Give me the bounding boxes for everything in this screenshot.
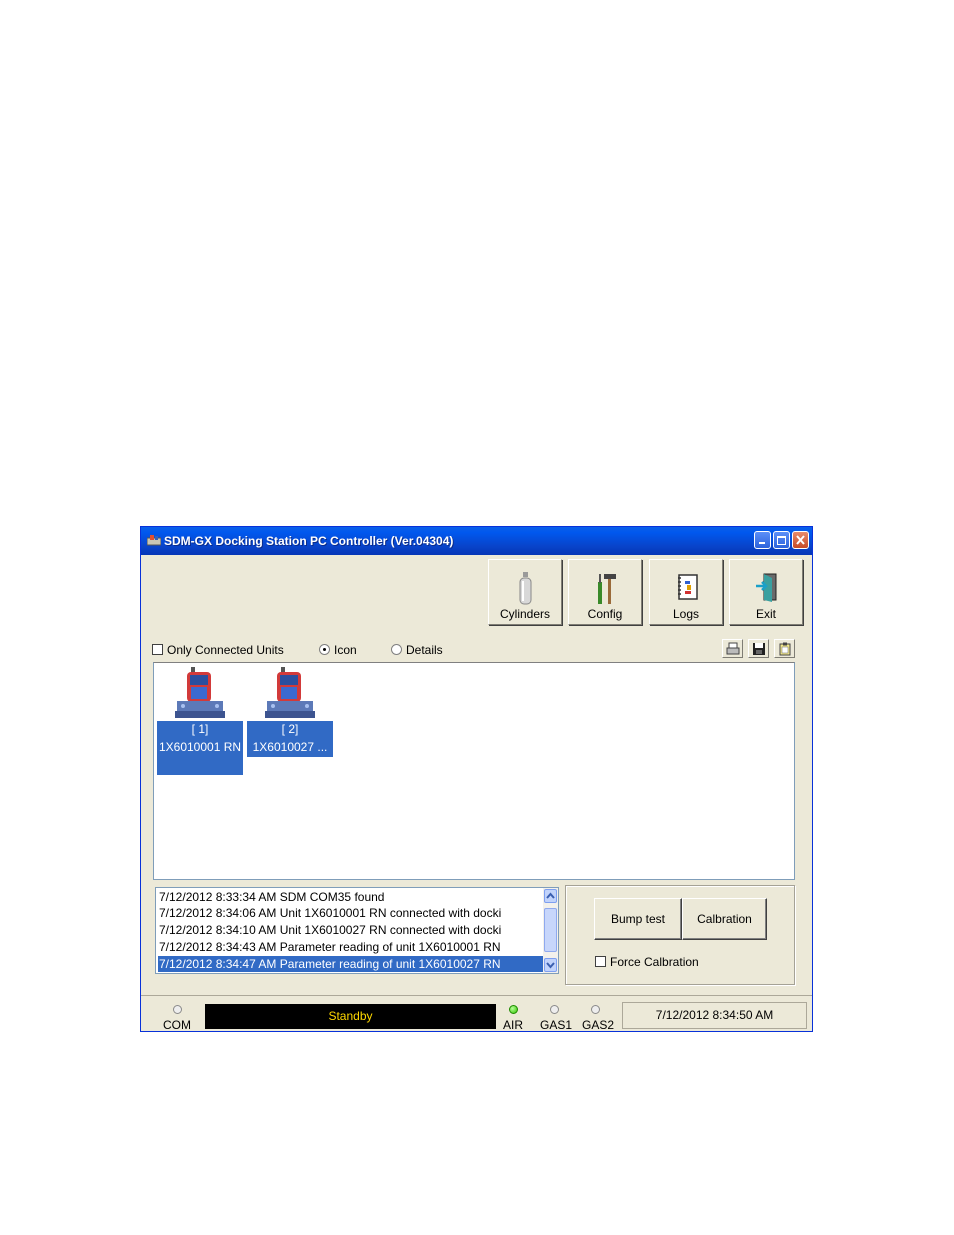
details-view-radio[interactable]: Details xyxy=(391,643,443,657)
details-view-label: Details xyxy=(406,643,443,657)
minimize-icon xyxy=(759,542,765,544)
unit-name-label: 1X6010027 ... xyxy=(247,739,333,757)
config-button[interactable]: Config xyxy=(568,559,642,625)
event-log-list[interactable]: 7/12/2012 8:33:34 AM SDM COM35 found 7/1… xyxy=(155,887,559,974)
config-label: Config xyxy=(587,607,623,621)
tools-icon xyxy=(598,574,616,604)
app-window: SDM-GX Docking Station PC Controller (Ve… xyxy=(140,526,813,1032)
log-entry[interactable]: 7/12/2012 8:34:10 AM Unit 1X6010027 RN c… xyxy=(158,922,545,938)
log-entry[interactable]: 7/12/2012 8:34:43 AM Parameter reading o… xyxy=(158,939,545,955)
close-button[interactable] xyxy=(792,531,809,549)
clipboard-icon xyxy=(779,642,791,656)
icon-view-label: Icon xyxy=(334,643,357,657)
com-label: COM xyxy=(163,1018,191,1032)
scroll-thumb[interactable] xyxy=(544,908,557,952)
gas1-led-indicator xyxy=(550,1005,559,1014)
gas2-led-indicator xyxy=(591,1005,600,1014)
logbook-icon xyxy=(678,574,698,600)
exit-door-icon xyxy=(756,573,777,602)
scroll-down-arrow[interactable] xyxy=(544,958,557,972)
cylinder-icon xyxy=(519,572,532,605)
minimize-button[interactable] xyxy=(754,531,771,549)
log-entry-selected[interactable]: 7/12/2012 8:34:47 AM Parameter reading o… xyxy=(158,956,545,972)
datetime-display: 7/12/2012 8:34:50 AM xyxy=(622,1002,807,1029)
status-display: Standby xyxy=(205,1004,496,1029)
cylinders-button[interactable]: Cylinders xyxy=(488,559,562,625)
calibration-button[interactable]: Calbration xyxy=(682,898,767,940)
logs-label: Logs xyxy=(672,607,700,621)
logs-button[interactable]: Logs xyxy=(649,559,723,625)
scroll-up-arrow[interactable] xyxy=(544,889,557,903)
force-calibration-checkbox[interactable]: Force Calbration xyxy=(595,955,699,969)
force-calibration-check-box[interactable] xyxy=(595,956,606,967)
clipboard-button[interactable] xyxy=(774,639,795,658)
maximize-icon xyxy=(777,536,786,545)
chevron-up-icon xyxy=(546,892,555,899)
exit-button[interactable]: Exit xyxy=(729,559,803,625)
only-connected-checkbox[interactable]: Only Connected Units xyxy=(152,643,284,657)
floppy-disk-icon xyxy=(753,643,765,655)
chevron-down-icon xyxy=(546,962,555,969)
details-view-radio-dot[interactable] xyxy=(391,644,402,655)
icon-view-radio-dot[interactable] xyxy=(319,644,330,655)
air-led-indicator xyxy=(509,1005,518,1014)
close-icon xyxy=(796,535,805,545)
unit-tile-2[interactable]: [ 2] 1X6010027 ... xyxy=(247,667,333,757)
unit-slot-label: [ 2] xyxy=(247,721,333,739)
exit-label: Exit xyxy=(755,607,776,621)
cylinders-label: Cylinders xyxy=(499,607,550,621)
log-entry[interactable]: 7/12/2012 8:34:06 AM Unit 1X6010001 RN c… xyxy=(158,905,545,921)
force-calibration-label: Force Calbration xyxy=(610,955,699,969)
unit-slot-label: [ 1] xyxy=(157,721,243,739)
only-connected-check-box[interactable] xyxy=(152,644,163,655)
unit-icon-pane[interactable]: [ 1] 1X6010001 RN [ 2] 1X6010027 ... xyxy=(153,662,795,880)
only-connected-label: Only Connected Units xyxy=(167,643,284,657)
app-icon xyxy=(147,535,161,546)
save-button[interactable] xyxy=(748,639,769,658)
log-scrollbar[interactable] xyxy=(543,888,558,973)
icon-view-radio[interactable]: Icon xyxy=(319,643,357,657)
unit-tile-1[interactable]: [ 1] 1X6010001 RN xyxy=(157,667,243,775)
bump-test-button[interactable]: Bump test xyxy=(594,898,682,940)
test-action-group: Bump test Calbration Force Calbration xyxy=(565,885,795,985)
unit-name-label: 1X6010001 RN xyxy=(157,739,243,775)
title-bar[interactable]: SDM-GX Docking Station PC Controller (Ve… xyxy=(141,527,812,555)
printer-icon xyxy=(726,642,740,655)
status-bar: COM Standby AIR GAS1 GAS2 7/12/2012 8:34… xyxy=(141,995,812,1032)
gas-detector-icon xyxy=(265,667,315,718)
maximize-button[interactable] xyxy=(773,531,790,549)
com-led-indicator xyxy=(173,1005,182,1014)
air-label: AIR xyxy=(503,1018,524,1032)
gas1-label: GAS1 xyxy=(540,1018,573,1032)
gas-detector-icon xyxy=(175,667,225,718)
window-title: SDM-GX Docking Station PC Controller (Ve… xyxy=(164,534,454,548)
log-entry[interactable]: 7/12/2012 8:33:34 AM SDM COM35 found xyxy=(158,889,545,905)
gas2-label: GAS2 xyxy=(582,1018,615,1032)
print-button[interactable] xyxy=(722,639,743,658)
